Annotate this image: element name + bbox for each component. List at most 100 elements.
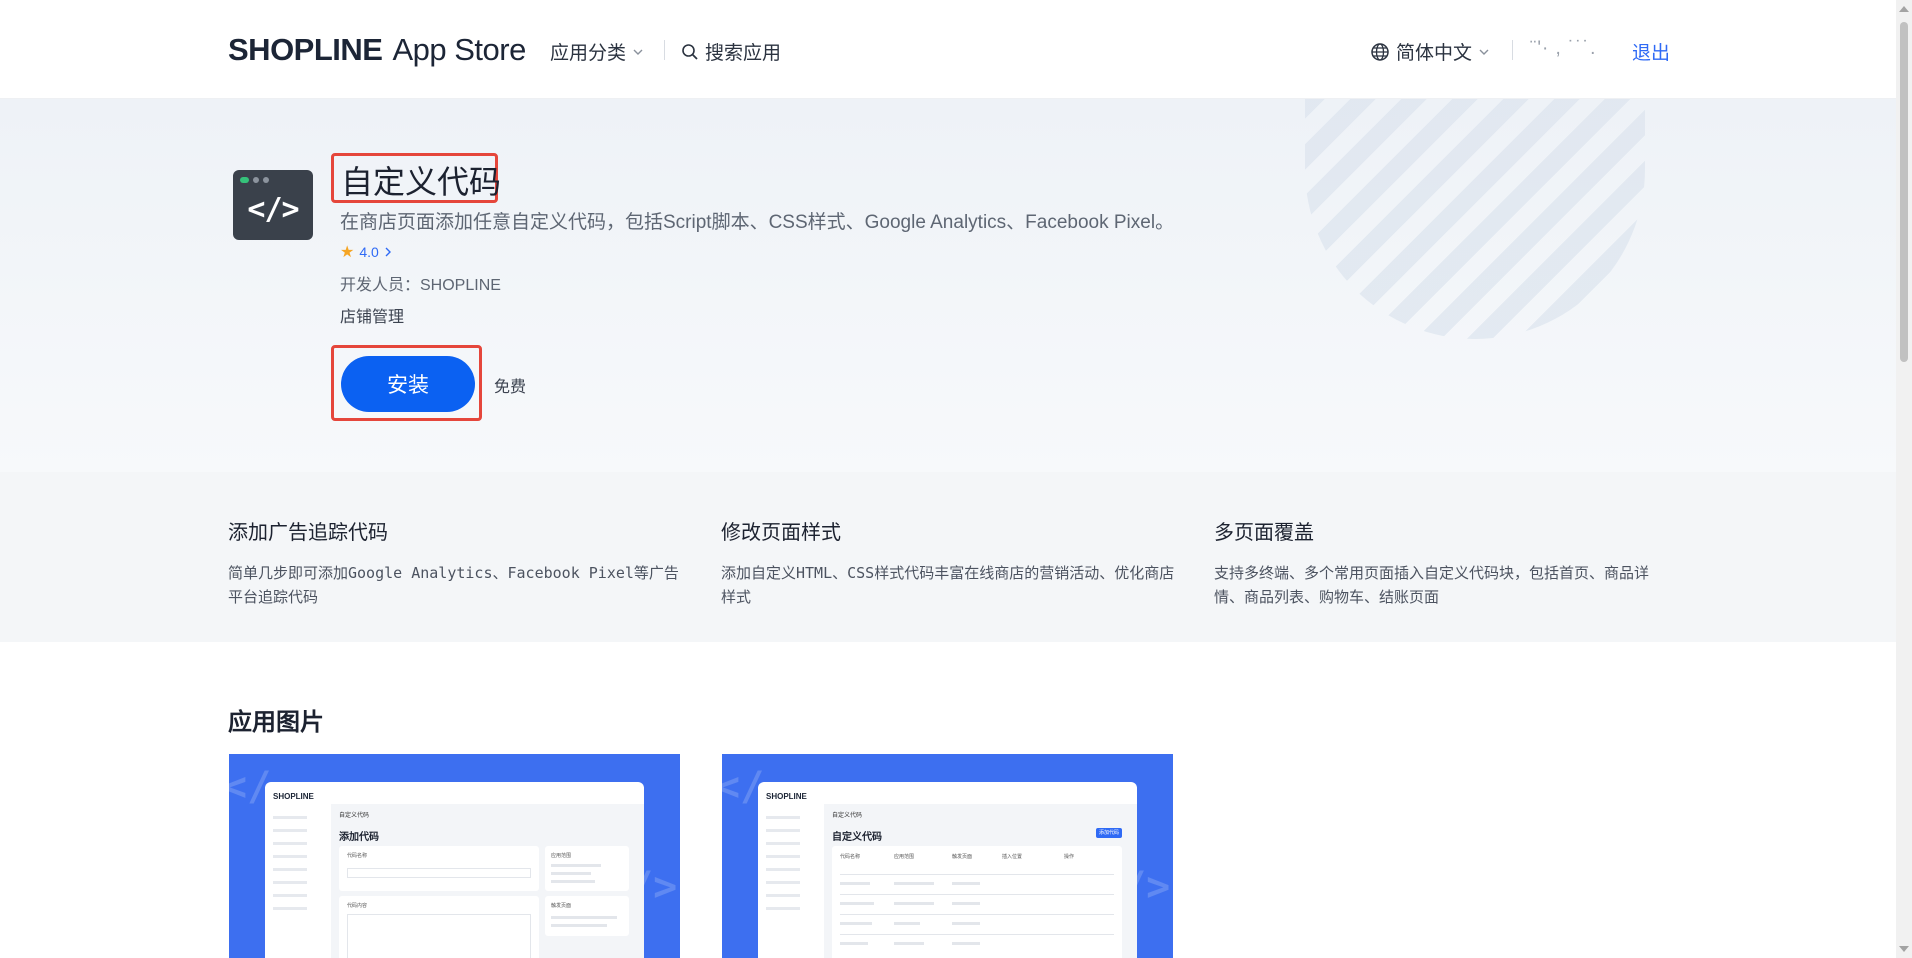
screenshot-add-button: 添加代码 (1096, 828, 1122, 838)
feature-title: 多页面覆盖 (1214, 522, 1314, 544)
app-code-icon: </> (233, 170, 313, 240)
screenshot-logo: SHOPLINE (766, 792, 807, 801)
feature-description: 简单几步即可添加Google Analytics、Facebook Pixel等… (228, 564, 679, 606)
user-account-name[interactable]: ¨'· , ˙˙˙. (1530, 38, 1596, 60)
screenshot-option (551, 916, 617, 919)
screenshot-breadcrumb: 自定义代码 (339, 813, 370, 819)
screenshot-card: 代码名称 (339, 846, 539, 891)
screenshot-col: 操作 (1064, 854, 1075, 860)
feature-title: 修改页面样式 (721, 522, 841, 544)
screenshot-col: 插入位置 (1002, 854, 1023, 860)
screenshot-cell (840, 942, 868, 945)
screenshot-card: 应用范围 (545, 846, 629, 891)
screenshot-row-divider (840, 874, 1114, 875)
chevron-right-icon (385, 247, 391, 257)
feature-description: 添加自定义HTML、CSS样式代码丰富在线商店的营销活动、优化商店样式 (721, 564, 1175, 606)
feature-page-style: 修改页面样式 添加自定义HTML、CSS样式代码丰富在线商店的营销活动、优化商店… (721, 516, 1181, 609)
nav-search-apps[interactable]: 搜索应用 (681, 38, 781, 65)
screenshot-cell (840, 922, 872, 925)
logo-suffix: App Store (392, 32, 526, 67)
screenshot-cell (894, 882, 934, 885)
screenshot-cell (894, 922, 920, 925)
screenshot-breadcrumb: 自定义代码 (832, 813, 863, 819)
feature-ad-tracking: 添加广告追踪代码 简单几步即可添加Google Analytics、Facebo… (228, 516, 688, 609)
nav-app-categories-label: 应用分类 (550, 43, 627, 64)
screenshot-cell (952, 922, 980, 925)
app-category: 店铺管理 (340, 309, 405, 326)
screenshot-option (551, 880, 595, 883)
logout-link[interactable]: 退出 (1632, 38, 1670, 65)
logo-brand: SHOPLINE (228, 32, 383, 67)
screenshot-logo: SHOPLINE (273, 792, 314, 801)
app-title: 自定义代码 (341, 164, 502, 200)
chevron-down-icon (633, 49, 643, 55)
app-images-heading: 应用图片 (228, 709, 324, 736)
screenshot-cell (894, 902, 934, 905)
screenshot-col: 触发页面 (952, 854, 973, 860)
screenshot-cell (952, 882, 980, 885)
screenshot-field-label: 代码内容 (347, 903, 368, 909)
code-symbol: </> (247, 192, 299, 227)
scroll-up-arrow-icon[interactable] (1899, 6, 1909, 12)
nav-app-categories[interactable]: 应用分类 (550, 38, 644, 65)
app-developer: 开发人员：SHOPLINE (340, 277, 501, 294)
app-rating[interactable]: ★ 4.0 (340, 242, 392, 262)
screenshot-cell (840, 882, 870, 885)
app-screenshot-2[interactable]: </ /> SHOPLINE 自定义代码 自定义代码 添加代码 代码名称 应用范… (722, 754, 1173, 958)
screenshot-sidebar (265, 806, 331, 958)
star-icon: ★ (340, 244, 355, 261)
screenshot-panel-label: 触发页面 (551, 903, 572, 909)
screenshot-field-label: 代码名称 (347, 853, 368, 859)
screenshot-row-divider (840, 934, 1114, 935)
screenshot-row-divider (840, 914, 1114, 915)
window-dots (240, 177, 269, 183)
screenshot-option (551, 864, 601, 867)
nav-divider (1512, 40, 1513, 60)
page-scrollbar[interactable] (1896, 0, 1912, 958)
screenshot-title: 自定义代码 (832, 832, 882, 843)
screenshot-cell (894, 942, 924, 945)
screenshot-card: 代码内容 (339, 896, 539, 958)
feature-title: 添加广告追踪代码 (228, 522, 388, 544)
app-description: 在商店页面添加任意自定义代码，包括Script脚本、CSS样式、Google A… (340, 212, 1175, 233)
app-price: 免费 (494, 379, 527, 396)
screenshot-option (551, 872, 591, 875)
screenshot-panel-label: 应用范围 (551, 853, 572, 859)
screenshot-card: 触发页面 (545, 896, 629, 936)
screenshot-option (551, 924, 607, 927)
screenshot-main: 自定义代码 添加代码 代码名称 代码内容 应用范围 触发页面 (331, 804, 644, 958)
chevron-down-icon (1479, 49, 1489, 55)
screenshot-input (347, 868, 531, 878)
screenshot-window: SHOPLINE 自定义代码 添加代码 代码名称 代码内容 应用范围 触发页面 (265, 782, 644, 958)
app-screenshot-1[interactable]: </ /> SHOPLINE 自定义代码 添加代码 代码名称 代码内容 应用范围… (229, 754, 680, 958)
search-icon (682, 43, 698, 60)
app-hero: </> 自定义代码 在商店页面添加任意自定义代码，包括Script脚本、CSS样… (0, 99, 1896, 472)
decorative-stripes (1305, 99, 1645, 339)
screenshot-col: 应用范围 (894, 854, 915, 860)
screenshot-cell (952, 942, 980, 945)
nav-search-label: 搜索应用 (705, 43, 782, 64)
screenshot-row-divider (840, 894, 1114, 895)
screenshot-sidebar (758, 806, 824, 958)
scroll-down-arrow-icon[interactable] (1899, 946, 1909, 952)
screenshot-textarea (347, 914, 531, 958)
scrollbar-thumb[interactable] (1900, 22, 1908, 362)
screenshot-col: 代码名称 (840, 854, 861, 860)
language-selector[interactable]: 简体中文 (1370, 38, 1490, 65)
screenshot-cell (952, 902, 980, 905)
shopline-app-store-logo[interactable]: SHOPLINE App Store (228, 32, 526, 68)
top-header: SHOPLINE App Store 应用分类 搜索应用 简体中文 ¨'· , ˙… (0, 0, 1896, 99)
screenshot-main: 自定义代码 自定义代码 添加代码 代码名称 应用范围 触发页面 插入位置 操作 (824, 804, 1137, 958)
rating-value: 4.0 (359, 244, 379, 260)
screenshot-table: 代码名称 应用范围 触发页面 插入位置 操作 (832, 846, 1122, 958)
screenshot-title: 添加代码 (339, 832, 379, 843)
install-button[interactable]: 安装 (341, 356, 475, 412)
feature-multi-page: 多页面覆盖 支持多终端、多个常用页面插入自定义代码块，包括首页、商品详情、商品列… (1214, 516, 1674, 609)
feature-highlights: 添加广告追踪代码 简单几步即可添加Google Analytics、Facebo… (0, 472, 1896, 642)
globe-icon (1371, 42, 1389, 61)
language-label: 简体中文 (1396, 43, 1473, 64)
feature-description: 支持多终端、多个常用页面插入自定义代码块，包括首页、商品详情、商品列表、购物车、… (1214, 564, 1650, 606)
screenshot-window: SHOPLINE 自定义代码 自定义代码 添加代码 代码名称 应用范围 触发页面… (758, 782, 1137, 958)
screenshot-cell (840, 902, 874, 905)
nav-divider (664, 40, 665, 60)
